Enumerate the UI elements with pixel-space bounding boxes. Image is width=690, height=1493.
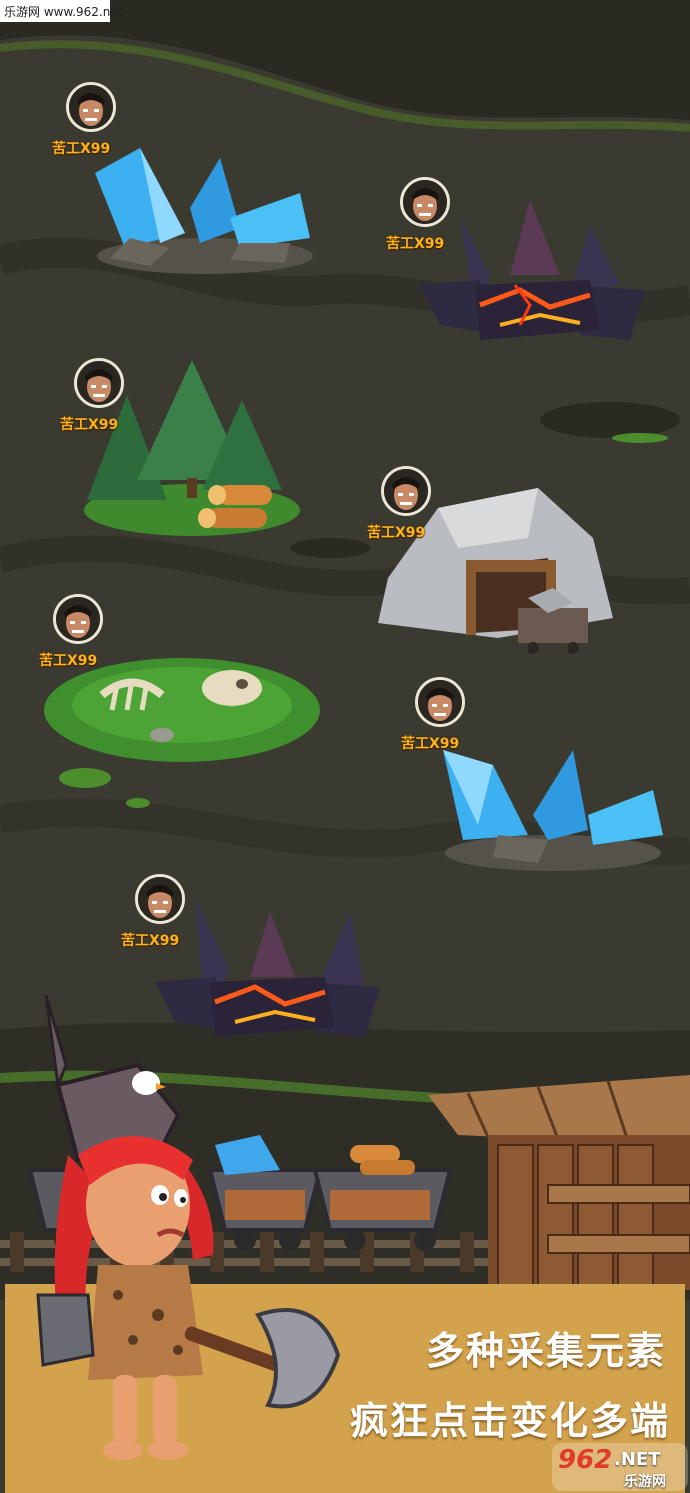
blue-crystal-node[interactable]: [90, 148, 320, 278]
blue-crystal-node-2[interactable]: [438, 745, 668, 875]
site-logo: 962 .NET 乐游网: [552, 1443, 688, 1491]
worker-badge[interactable]: 苦工X99: [60, 358, 150, 438]
worker-count-label: 苦工X99: [39, 653, 98, 669]
worker-face-icon: [381, 466, 431, 516]
worker-count-label: 苦工X99: [386, 236, 445, 252]
logo-suffix: .NET: [614, 1449, 661, 1470]
worker-count-label: 苦工X99: [121, 933, 180, 949]
site-watermark: 乐游网 www.962.net: [0, 0, 122, 22]
worker-face-icon: [135, 874, 185, 924]
worker-face-icon: [66, 82, 116, 132]
watermark-text: 乐游网 www.962.net: [4, 5, 123, 19]
worker-count-label: 苦工X99: [52, 141, 111, 157]
worker-face-icon: [400, 177, 450, 227]
caveman-character: [36, 995, 341, 1460]
worker-count-label: 苦工X99: [367, 525, 426, 541]
worker-face-icon: [74, 358, 124, 408]
worker-face-icon: [415, 677, 465, 727]
worker-badge[interactable]: 苦工X99: [39, 594, 129, 674]
worker-badge[interactable]: 苦工X99: [121, 874, 211, 954]
worker-face-icon: [53, 594, 103, 644]
worker-badge[interactable]: 苦工X99: [386, 177, 476, 257]
worker-count-label: 苦工X99: [60, 417, 119, 433]
logo-cn: 乐游网: [624, 1474, 666, 1490]
wooden-shack[interactable]: [428, 1075, 690, 1290]
slogan-line-2: 疯狂点击变化多端: [350, 1399, 671, 1443]
worker-badge[interactable]: 苦工X99: [367, 466, 457, 546]
logo-number: 962: [558, 1445, 613, 1475]
slogan-line-1: 多种采集元素: [426, 1329, 667, 1373]
worker-badge[interactable]: 苦工X99: [52, 82, 142, 162]
worker-badge[interactable]: 苦工X99: [401, 677, 491, 757]
game-screen: 乐游网 www.962.net 苦工X99 苦工X99 苦工X99 苦工X99 …: [0, 0, 690, 1493]
worker-count-label: 苦工X99: [401, 736, 460, 752]
